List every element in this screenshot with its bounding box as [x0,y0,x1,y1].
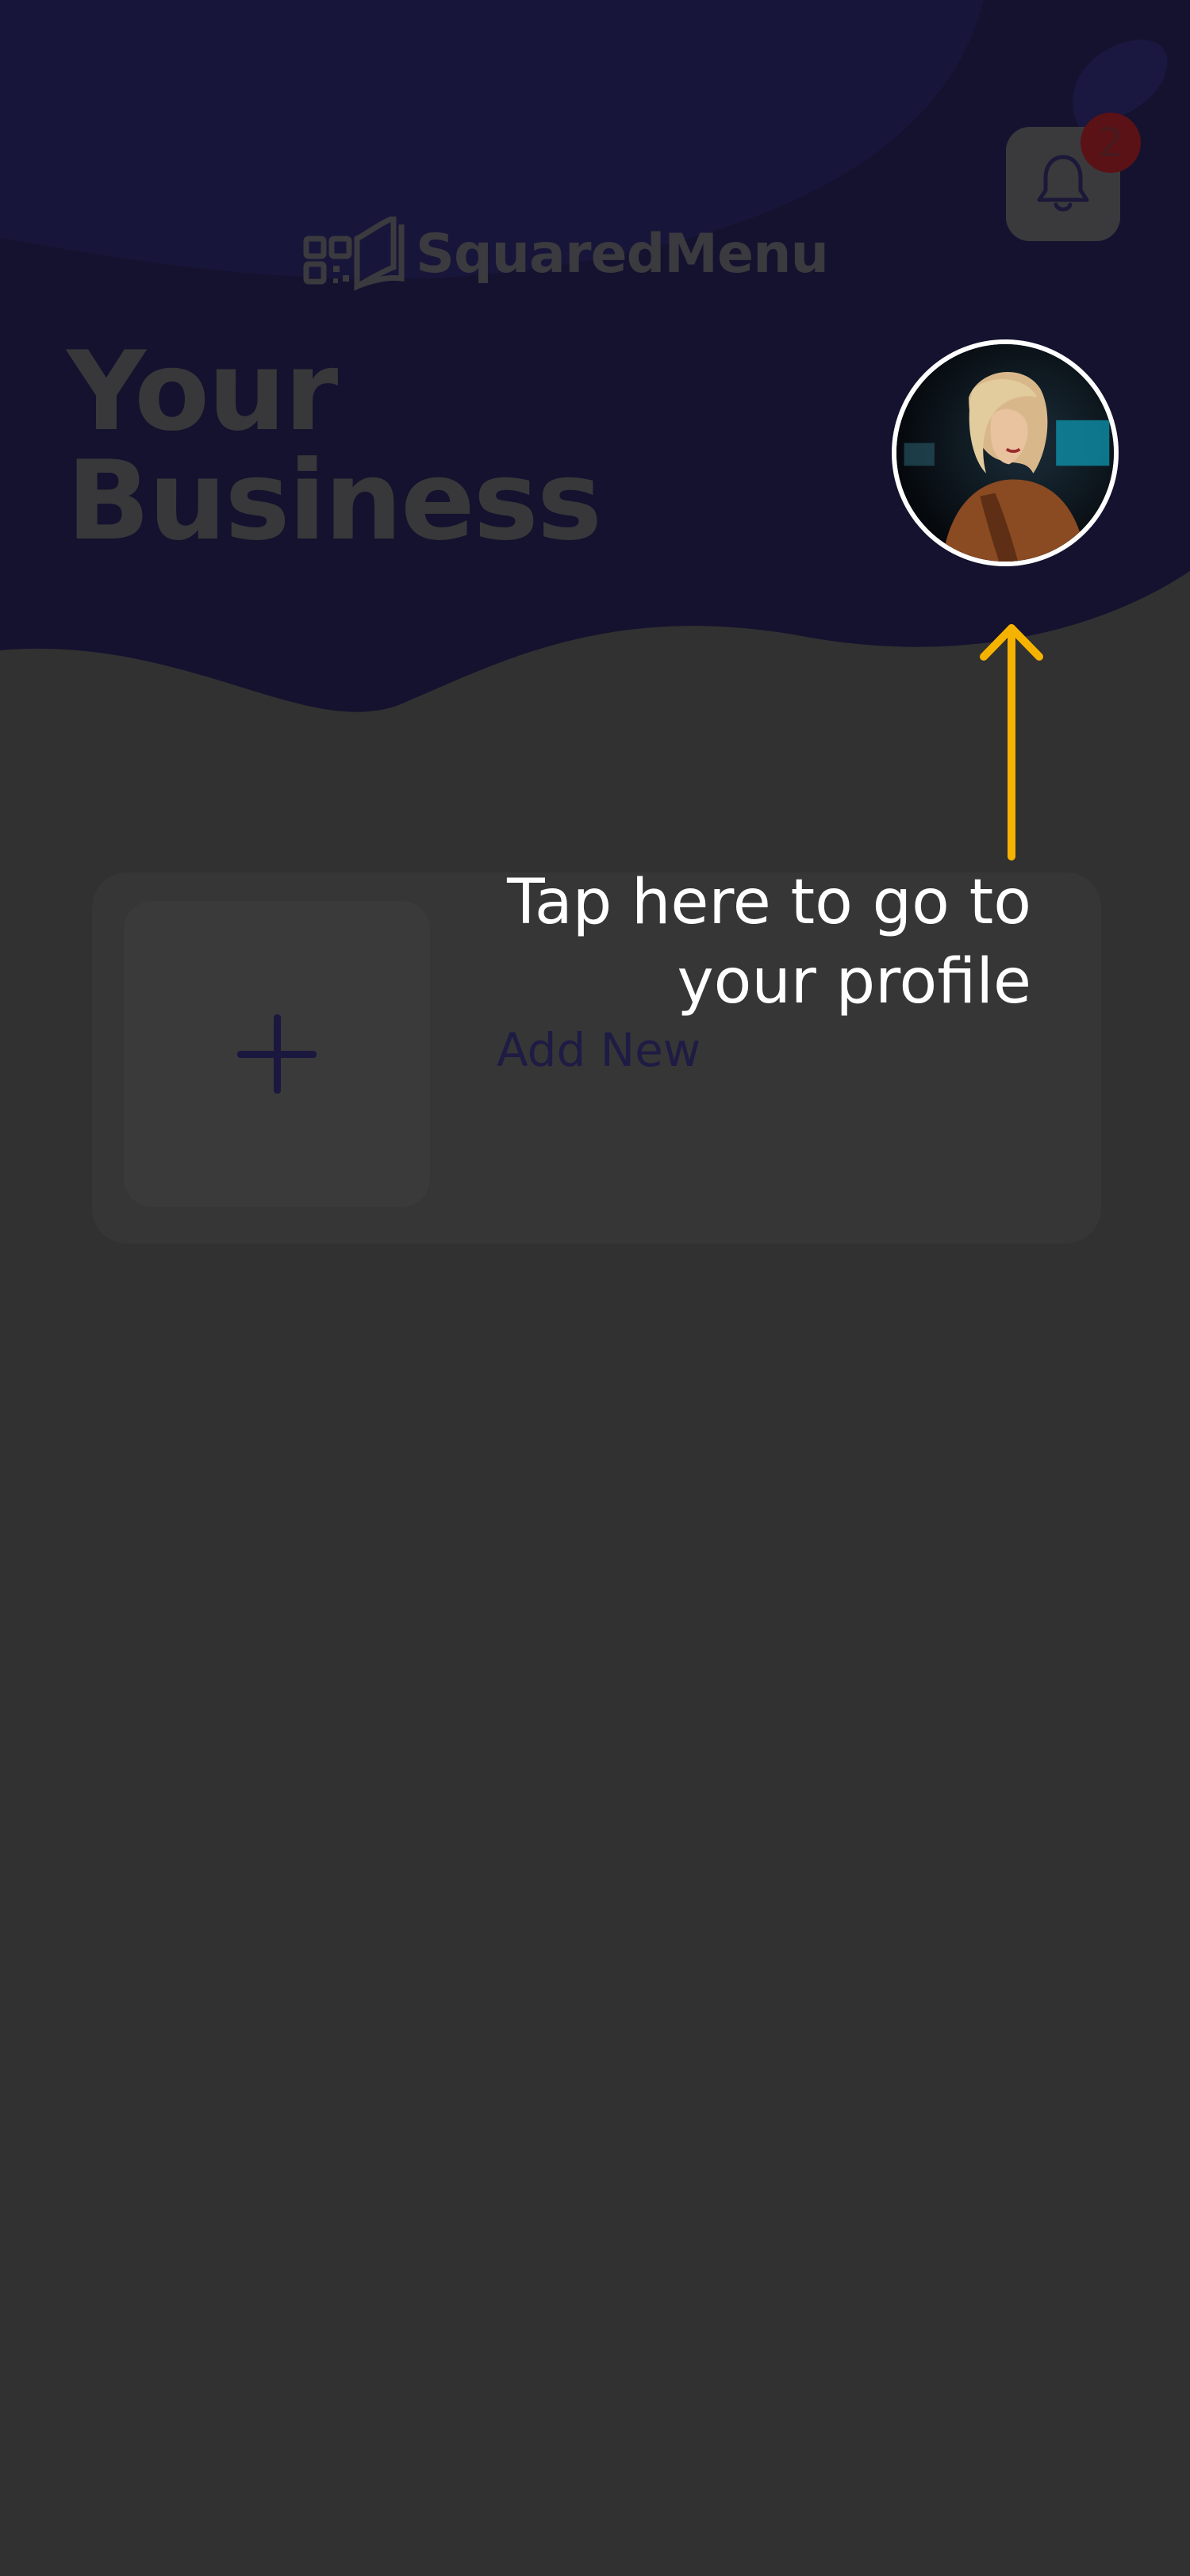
profile-avatar[interactable] [892,339,1119,566]
page-title-line2: Business [67,437,602,565]
page-title: Your Business [67,328,602,565]
plus-icon [237,1014,317,1094]
brand-name: SquaredMenu [416,222,829,286]
coachmark-text: Tap here to go to your profile [444,863,1031,1022]
notification-badge: 2 [1081,113,1141,173]
coachmark-line1: Tap here to go to [507,867,1031,938]
pointer-arrow [980,624,1043,861]
profile-photo [896,344,1114,562]
add-new-label[interactable]: Add New [497,1023,701,1077]
bell-icon [1037,155,1089,212]
qr-menu-icon [303,216,405,291]
add-new-tile[interactable] [124,901,430,1207]
coachmark-line2: your profile [677,946,1031,1018]
page-title-line1: Your [67,328,338,455]
brand-logo: SquaredMenu [301,214,829,293]
